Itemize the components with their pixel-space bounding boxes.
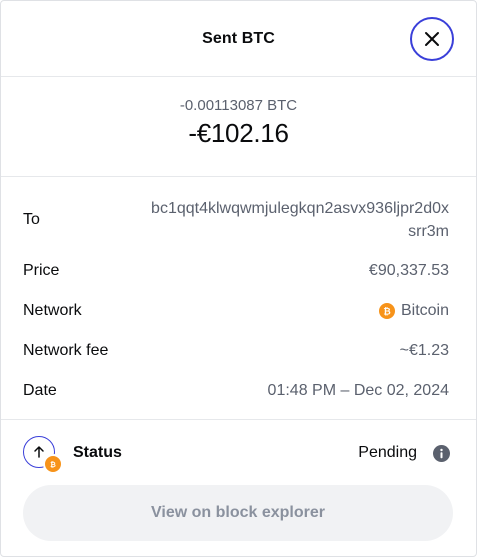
status-row: ₿ Status Pending [1,420,476,486]
status-label: Status [73,444,122,461]
fiat-amount: -€102.16 [188,118,289,148]
amount-summary: -0.00113087 BTC -€102.16 [1,77,476,177]
network-name: Bitcoin [400,302,449,319]
date-value: 01:48 PM – Dec 02, 2024 [267,382,449,399]
view-block-explorer-button[interactable]: View on block explorer [23,485,453,541]
fee-label: Network fee [23,342,109,359]
bitcoin-icon: ₿ [378,303,395,319]
detail-row-fee: Network fee ~€1.23 [23,331,449,371]
to-label: To [23,211,40,228]
transaction-details: To bc1qqt4klwqwmjulegkqn2asvx936ljpr2d0x… [1,177,476,420]
close-button[interactable] [410,17,454,61]
page-title: Sent BTC [202,29,275,47]
to-address[interactable]: bc1qqt4klwqwmjulegkqn2asvx936ljpr2d0xsrr… [149,197,449,243]
svg-text:₿: ₿ [50,461,56,468]
transaction-detail-panel: Sent BTC -0.00113087 BTC -€102.16 To bc1… [0,0,477,557]
close-icon [425,32,439,46]
header: Sent BTC [1,1,476,77]
price-label: Price [23,262,60,279]
detail-row-to: To bc1qqt4klwqwmjulegkqn2asvx936ljpr2d0x… [23,197,449,243]
status-icon: ₿ [23,436,63,474]
fee-value: ~€1.23 [399,342,449,359]
crypto-amount: -0.00113087 BTC [179,97,298,114]
info-icon[interactable] [433,444,450,462]
status-left: ₿ Status [23,436,122,474]
detail-row-network: Network ₿ Bitcoin [23,291,449,331]
detail-row-price: Price €90,337.53 [23,251,449,291]
svg-text:₿: ₿ [383,307,390,317]
detail-row-date: Date 01:48 PM – Dec 02, 2024 [23,371,449,411]
network-value: ₿ Bitcoin [378,302,449,320]
bitcoin-icon: ₿ [43,454,63,474]
status-right: Pending [358,444,450,462]
date-label: Date [23,382,57,399]
status-value: Pending [358,444,417,461]
price-value: €90,337.53 [368,262,449,279]
network-label: Network [23,302,82,319]
